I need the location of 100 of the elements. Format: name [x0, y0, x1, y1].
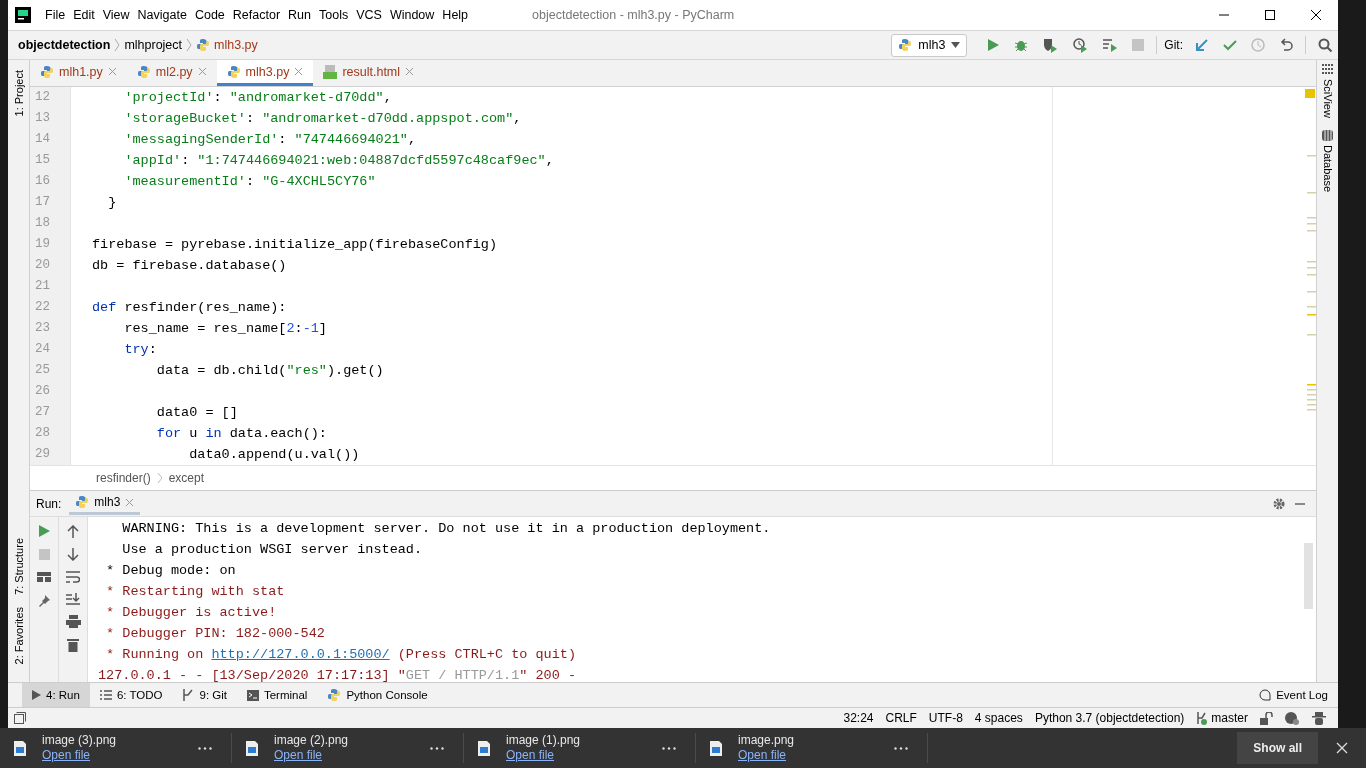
tool-window-button[interactable]: 4: Run [22, 683, 90, 707]
grid-icon [1322, 64, 1333, 75]
line-number: 16 [34, 173, 51, 190]
breadcrumb[interactable]: objectdetection [18, 38, 111, 52]
coverage-icon[interactable] [1042, 37, 1059, 53]
tool-window-button[interactable]: 6: TODO [89, 683, 173, 707]
soft-wrap-icon[interactable] [66, 571, 80, 583]
code-breadcrumb[interactable]: resfinder() [96, 471, 151, 485]
profile-icon[interactable] [1072, 37, 1089, 53]
layout-icon[interactable] [37, 572, 51, 582]
editor-tab[interactable]: mlh1.py [30, 60, 127, 86]
menu-item[interactable]: Window [385, 8, 439, 22]
panel-toggle-icon[interactable] [14, 712, 26, 724]
chevron-icon [114, 38, 121, 52]
code-line: db = firebase.database() [92, 258, 287, 273]
menu-item[interactable]: Run [284, 8, 315, 22]
html-file-icon [323, 64, 338, 79]
run-configuration-dropdown[interactable]: mlh3 [891, 33, 968, 57]
menu-item[interactable]: Code [190, 8, 229, 22]
python-icon [40, 64, 54, 79]
up-arrow-icon[interactable] [67, 525, 79, 538]
terminal-icon [246, 689, 259, 701]
tool-window-tab[interactable]: 1: Project [8, 64, 29, 123]
settings-icon[interactable] [1272, 496, 1286, 511]
lock-icon[interactable] [1260, 711, 1273, 725]
tool-window-tab[interactable]: SciView [1317, 60, 1338, 126]
run-concurrency-icon[interactable] [1102, 37, 1119, 53]
down-arrow-icon[interactable] [67, 548, 79, 561]
menu-item[interactable]: File [41, 8, 70, 22]
open-file-link[interactable]: Open file [506, 746, 555, 764]
status-item[interactable]: 4 spaces [974, 711, 1023, 725]
play-icon [32, 690, 41, 700]
console-link[interactable]: http://127.0.0.1:5000/ [211, 647, 390, 662]
speech-bubble-icon [1259, 689, 1272, 701]
line-number: 19 [34, 236, 51, 253]
run-icon[interactable] [986, 38, 1001, 52]
status-item[interactable]: CRLF [885, 711, 917, 725]
revert-icon[interactable] [1279, 38, 1293, 52]
scrollbar-thumb[interactable] [1304, 543, 1313, 609]
commit-check-icon[interactable] [1223, 38, 1237, 52]
menu-item[interactable]: VCS [352, 8, 386, 22]
tool-window-button[interactable]: Python Console [317, 683, 438, 707]
python-icon [75, 495, 90, 509]
code-line: data0.append(u.val()) [188, 447, 360, 462]
event-log-button[interactable]: Event Log [1249, 683, 1338, 707]
status-item[interactable]: 32:24 [843, 711, 874, 725]
line-number: 28 [34, 425, 51, 442]
status-item[interactable]: Python 3.7 (objectdetection) [1034, 711, 1185, 725]
update-arrow-icon[interactable] [1195, 38, 1209, 52]
code-line: 'appId': "1:747446694021:web:04887dcfd5597c48caf9ec", [123, 153, 554, 168]
menu-item[interactable]: Refactor [228, 8, 285, 22]
run-tab[interactable]: mlh3 [69, 492, 141, 515]
line-number: 12 [34, 89, 51, 106]
code-breadcrumb[interactable]: except [168, 471, 205, 485]
menu-item[interactable]: Help [438, 8, 473, 22]
pin-icon[interactable] [37, 594, 51, 607]
code-line: } [107, 195, 117, 210]
file-name: image (3).png [42, 732, 118, 747]
line-number: 24 [34, 341, 51, 358]
more-options-icon[interactable] [894, 746, 908, 750]
close-icon[interactable] [1310, 9, 1322, 21]
print-icon[interactable] [65, 615, 81, 628]
rerun-icon[interactable] [38, 525, 50, 537]
tool-window-tab[interactable]: Database [1317, 125, 1338, 201]
tool-window-tab[interactable]: 7: Structure [8, 532, 29, 602]
status-item[interactable]: UTF-8 [928, 711, 963, 725]
tool-window-button[interactable]: Terminal [236, 683, 318, 707]
show-all-button[interactable]: Show all [1237, 732, 1318, 764]
menu-item[interactable]: Navigate [133, 8, 191, 22]
branch-icon [1196, 711, 1209, 725]
line-number: 13 [34, 110, 51, 127]
python-icon [898, 38, 913, 52]
open-file-link[interactable]: Open file [738, 746, 787, 764]
inspection-icon[interactable] [1285, 711, 1300, 725]
code-line: data = db.child("res").get() [155, 363, 384, 378]
search-icon[interactable] [1318, 37, 1333, 53]
git-branch-widget[interactable]: master [1196, 711, 1248, 725]
open-file-link[interactable]: Open file [274, 746, 323, 764]
menu-item[interactable]: Edit [69, 8, 99, 22]
line-number: 18 [34, 215, 51, 232]
line-number: 27 [34, 404, 51, 421]
scroll-to-end-icon[interactable] [66, 593, 80, 605]
tool-window-tab[interactable]: 2: Favorites [8, 601, 29, 671]
maximize-icon[interactable] [1264, 9, 1276, 21]
editor-tab[interactable]: ml2.py [126, 60, 217, 86]
more-options-icon[interactable] [662, 746, 676, 750]
breadcrumb[interactable]: mlhproject [124, 38, 183, 52]
editor-tab[interactable]: result.html [313, 60, 425, 86]
editor-tab[interactable]: mlh3.py [216, 60, 314, 86]
more-options-icon[interactable] [430, 746, 444, 750]
tool-window-button[interactable]: 9: Git [172, 683, 237, 707]
code-line: 'storageBucket': "andromarket-d70dd.appspot.com", [123, 111, 522, 126]
menu-item[interactable]: View [98, 8, 134, 22]
trash-icon[interactable] [67, 638, 79, 652]
bug-icon[interactable] [1014, 38, 1029, 52]
open-file-link[interactable]: Open file [42, 746, 91, 764]
app-logo-icon [15, 7, 31, 23]
breadcrumb[interactable]: mlh3.py [214, 38, 258, 52]
menu-item[interactable]: Tools [315, 8, 353, 22]
more-options-icon[interactable] [198, 746, 212, 750]
